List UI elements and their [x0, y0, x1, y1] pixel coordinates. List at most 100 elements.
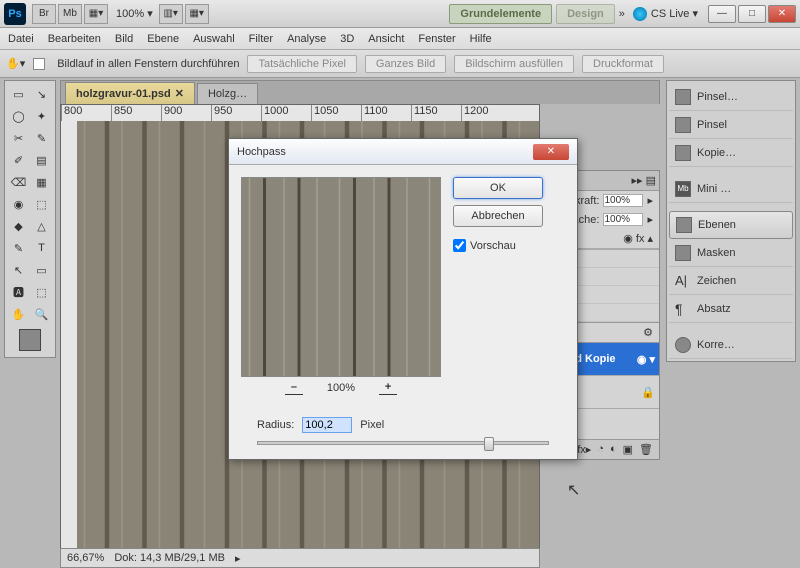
- tab-2[interactable]: Holzg…: [197, 83, 258, 104]
- tool-3d2[interactable]: ⬚: [30, 281, 53, 303]
- workspace-more[interactable]: »: [619, 8, 625, 20]
- radius-input[interactable]: [302, 417, 352, 433]
- tool-blur[interactable]: ◆: [7, 215, 30, 237]
- tool-lasso[interactable]: ◯: [7, 105, 30, 127]
- tool-heal[interactable]: ✐: [7, 149, 30, 171]
- zoom-out-btn[interactable]: –: [285, 381, 303, 395]
- fx-btn-icon[interactable]: fx▸: [577, 443, 591, 456]
- dialog-close[interactable]: ✕: [533, 144, 569, 160]
- clone-icon: [675, 145, 691, 161]
- panel-pinsel-preset[interactable]: Pinsel…: [669, 83, 793, 111]
- arrange-btn[interactable]: ▥▾: [159, 4, 183, 24]
- panel-minibridge[interactable]: MbMini …: [669, 175, 793, 203]
- slider-knob[interactable]: [484, 437, 494, 451]
- tool-history[interactable]: ▦: [30, 171, 53, 193]
- hochpass-dialog: Hochpass ✕ – 100% + OK Abbrechen Vorscha…: [228, 138, 578, 460]
- cslive-icon: [633, 7, 647, 21]
- opt-print-size[interactable]: Druckformat: [582, 55, 664, 73]
- panel-dock: Pinsel… Pinsel Kopie… MbMini … Ebenen Ma…: [666, 80, 796, 362]
- preview-checkbox[interactable]: [453, 239, 466, 252]
- cslive[interactable]: CS Live ▾: [633, 7, 698, 21]
- workspace-active[interactable]: Grundelemente: [449, 4, 552, 24]
- menu-fenster[interactable]: Fenster: [418, 33, 455, 45]
- tool-pen[interactable]: ✎: [7, 237, 30, 259]
- ok-button[interactable]: OK: [453, 177, 543, 199]
- tool-eraser[interactable]: ◉: [7, 193, 30, 215]
- mask-panel-icon: [675, 245, 691, 261]
- window-close[interactable]: ✕: [768, 5, 796, 23]
- panel-kopie[interactable]: Kopie…: [669, 139, 793, 167]
- menu-filter[interactable]: Filter: [249, 33, 273, 45]
- status-zoom[interactable]: 66,67%: [67, 552, 104, 564]
- zoom-pct: 100%: [327, 382, 355, 394]
- tool-select[interactable]: ↘: [30, 83, 53, 105]
- tool-hand[interactable]: ✋: [7, 303, 30, 325]
- dialog-preview[interactable]: [241, 177, 441, 377]
- radius-unit: Pixel: [360, 419, 384, 431]
- menu-datei[interactable]: Datei: [8, 33, 34, 45]
- tool-gradient[interactable]: ⬚: [30, 193, 53, 215]
- tool-eyedrop[interactable]: ✎: [30, 127, 53, 149]
- trash-icon[interactable]: 🗑: [639, 443, 653, 456]
- workspace-area: ▭↘ ◯✦ ✂✎ ✐▤ ⌫▦ ◉⬚ ◆△ ✎T ↖▭ 🅰⬚ ✋🔍 holzgra…: [0, 78, 800, 568]
- zoom-in-btn[interactable]: +: [379, 381, 397, 395]
- dialog-titlebar[interactable]: Hochpass ✕: [229, 139, 577, 165]
- menu-analyse[interactable]: Analyse: [287, 33, 326, 45]
- adj-icon[interactable]: ◐: [610, 443, 617, 456]
- panel-absatz[interactable]: ¶Absatz: [669, 295, 793, 323]
- adjust-icon: [675, 337, 691, 353]
- menu-auswahl[interactable]: Auswahl: [193, 33, 235, 45]
- menu-bild[interactable]: Bild: [115, 33, 133, 45]
- window-maximize[interactable]: □: [738, 5, 766, 23]
- tool-dodge[interactable]: △: [30, 215, 53, 237]
- panel-zeichen[interactable]: A|Zeichen: [669, 267, 793, 295]
- tool-stamp[interactable]: ⌫: [7, 171, 30, 193]
- workspace-design[interactable]: Design: [556, 4, 615, 24]
- ruler-vertical: [61, 121, 77, 563]
- color-swatch[interactable]: [19, 329, 41, 351]
- tab-main[interactable]: holzgravur-01.psd✕: [65, 82, 195, 104]
- screen-mode-btn[interactable]: ▦▾: [84, 4, 108, 24]
- minibridge-btn[interactable]: Mb: [58, 4, 82, 24]
- document-tabs: holzgravur-01.psd✕ Holzg…: [60, 80, 660, 104]
- tool-shape[interactable]: ▭: [30, 259, 53, 281]
- tool-path[interactable]: ↖: [7, 259, 30, 281]
- brush-icon: [675, 89, 691, 105]
- scroll-all-label: Bildlauf in allen Fenstern durchführen: [57, 58, 239, 70]
- tab-close-icon[interactable]: ✕: [175, 87, 184, 100]
- panel-pinsel[interactable]: Pinsel: [669, 111, 793, 139]
- panel-korre[interactable]: Korre…: [669, 331, 793, 359]
- tool-zoom[interactable]: 🔍: [30, 303, 53, 325]
- tool-move[interactable]: ▭: [7, 83, 30, 105]
- hand-tool-icon[interactable]: ✋▾: [6, 57, 25, 70]
- extras-btn[interactable]: ▦▾: [185, 4, 209, 24]
- toolbox: ▭↘ ◯✦ ✂✎ ✐▤ ⌫▦ ◉⬚ ◆△ ✎T ↖▭ 🅰⬚ ✋🔍: [4, 80, 56, 358]
- mask-icon[interactable]: ◔: [597, 443, 604, 456]
- menu-3d[interactable]: 3D: [340, 33, 354, 45]
- window-minimize[interactable]: —: [708, 5, 736, 23]
- opt-fill-screen[interactable]: Bildschirm ausfüllen: [454, 55, 574, 73]
- tool-3d[interactable]: 🅰: [7, 281, 30, 303]
- opt-fit-screen[interactable]: Ganzes Bild: [365, 55, 446, 73]
- fill-input[interactable]: [603, 213, 643, 226]
- bridge-btn[interactable]: Br: [32, 4, 56, 24]
- menu-ebene[interactable]: Ebene: [147, 33, 179, 45]
- tool-brush[interactable]: ▤: [30, 149, 53, 171]
- new-icon[interactable]: ▣: [623, 443, 633, 456]
- menu-ansicht[interactable]: Ansicht: [368, 33, 404, 45]
- panel-ebenen[interactable]: Ebenen: [669, 211, 793, 239]
- panel-masken[interactable]: Masken: [669, 239, 793, 267]
- titlebar: Ps Br Mb ▦▾ 100% ▾ ▥▾ ▦▾ Grundelemente D…: [0, 0, 800, 28]
- scroll-all-checkbox[interactable]: [33, 58, 45, 70]
- zoom-level[interactable]: 100% ▾: [116, 7, 153, 20]
- tool-crop[interactable]: ✂: [7, 127, 30, 149]
- tool-wand[interactable]: ✦: [30, 105, 53, 127]
- menu-bearbeiten[interactable]: Bearbeiten: [48, 33, 101, 45]
- cancel-button[interactable]: Abbrechen: [453, 205, 543, 227]
- menu-hilfe[interactable]: Hilfe: [470, 33, 492, 45]
- tool-type[interactable]: T: [30, 237, 53, 259]
- fx-icon[interactable]: ◉ fx ▴: [623, 232, 653, 245]
- opt-actual-pixels[interactable]: Tatsächliche Pixel: [247, 55, 356, 73]
- opacity-input[interactable]: [603, 194, 643, 207]
- radius-slider[interactable]: [257, 441, 549, 445]
